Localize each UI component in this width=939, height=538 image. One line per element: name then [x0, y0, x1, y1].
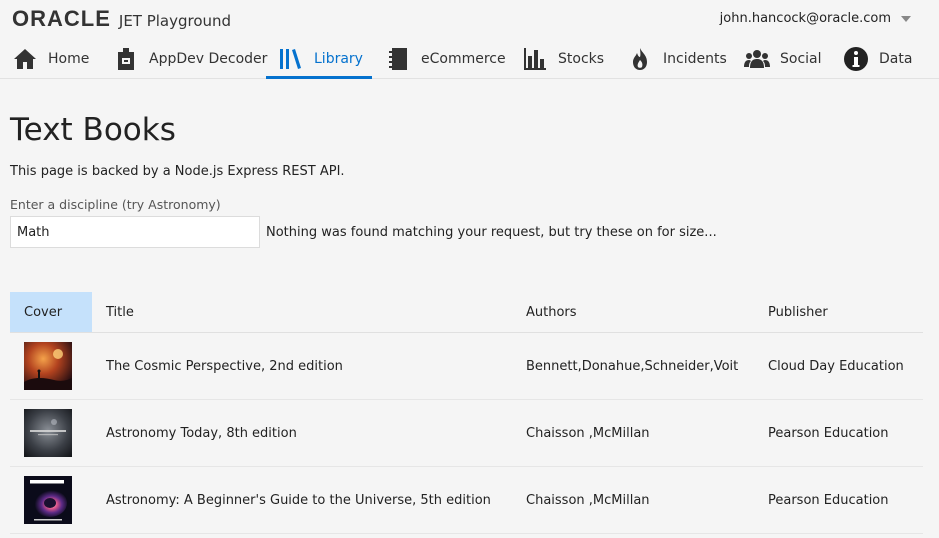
fire-icon [627, 46, 653, 72]
column-header-cover[interactable]: Cover [10, 292, 92, 333]
search-label: Enter a discipline (try Astronomy) [10, 197, 221, 212]
textbooks-table: Cover Title Authors Publisher The Cosmic… [10, 292, 923, 534]
book-cover-image [24, 409, 72, 457]
cover-cell [10, 466, 92, 534]
home-icon [12, 46, 38, 72]
nav-item-home[interactable]: Home [12, 40, 89, 78]
title-cell: The Cosmic Perspective, 2nd edition [92, 332, 512, 400]
column-header-publisher[interactable]: Publisher [754, 292, 923, 333]
library-icon [278, 46, 304, 72]
top-bar: ORACLE JET Playground john.hancock@oracl… [0, 0, 939, 40]
nav-label: Data [879, 51, 913, 67]
book-cover-image [24, 342, 72, 390]
title-cell: Astronomy Today, 8th edition [92, 399, 512, 467]
nav-item-library[interactable]: Library [266, 40, 372, 79]
oracle-logo[interactable]: ORACLE JET Playground [12, 6, 231, 32]
table-row[interactable]: Astronomy Today, 8th edition Chaisson ,M… [10, 399, 923, 467]
publisher-cell: Pearson Education [754, 466, 923, 534]
book-cover-image [24, 476, 72, 524]
people-icon [744, 46, 770, 72]
nav-label: Social [780, 51, 822, 67]
authors-cell: Chaisson ,McMillan [512, 466, 754, 534]
nav-item-data[interactable]: Data [843, 40, 912, 78]
nav-label: Stocks [558, 51, 605, 67]
column-header-authors[interactable]: Authors [512, 292, 754, 333]
app-title: JET Playground [118, 12, 232, 30]
user-menu[interactable]: john.hancock@oracle.com [720, 11, 911, 26]
nav-label: AppDev Decoder [149, 51, 268, 67]
no-results-message: Nothing was found matching your request,… [266, 225, 717, 240]
table-row[interactable]: Astronomy: A Beginner's Guide to the Uni… [10, 466, 923, 534]
nav-item-stocks[interactable]: Stocks [522, 40, 604, 78]
page-description: This page is backed by a Node.js Express… [10, 164, 345, 179]
cover-cell [10, 332, 92, 400]
authors-cell: Chaisson ,McMillan [512, 399, 754, 467]
nav-item-appdev-decoder[interactable]: AppDev Decoder [113, 40, 267, 78]
table-header-row: Cover Title Authors Publisher [10, 292, 923, 333]
decoder-icon [113, 46, 139, 72]
chevron-down-icon [901, 15, 911, 22]
nav-item-social[interactable]: Social [744, 40, 822, 78]
publisher-cell: Cloud Day Education [754, 332, 923, 400]
discipline-search-input[interactable] [10, 216, 260, 248]
authors-cell: Bennett,Donahue,Schneider,Voit [512, 332, 754, 400]
table-row[interactable]: The Cosmic Perspective, 2nd edition Benn… [10, 332, 923, 400]
nav-label: Home [48, 51, 90, 67]
nav-label: Incidents [663, 51, 727, 67]
column-header-title[interactable]: Title [92, 292, 512, 333]
bar-chart-icon [522, 46, 548, 72]
page-title: Text Books [10, 112, 176, 148]
nav-item-ecommerce[interactable]: eCommerce [385, 40, 506, 78]
user-email: john.hancock@oracle.com [719, 11, 891, 26]
main-nav: Home AppDev Decoder Library eCommerce St… [0, 40, 939, 79]
notebook-icon [385, 46, 411, 72]
logo-wordmark: ORACLE [12, 6, 111, 31]
publisher-cell: Pearson Education [754, 399, 923, 467]
title-cell: Astronomy: A Beginner's Guide to the Uni… [92, 466, 512, 534]
nav-item-incidents[interactable]: Incidents [627, 40, 727, 78]
cover-cell [10, 399, 92, 467]
nav-label: Library [314, 51, 363, 67]
nav-label: eCommerce [421, 51, 506, 67]
info-icon [843, 46, 869, 72]
